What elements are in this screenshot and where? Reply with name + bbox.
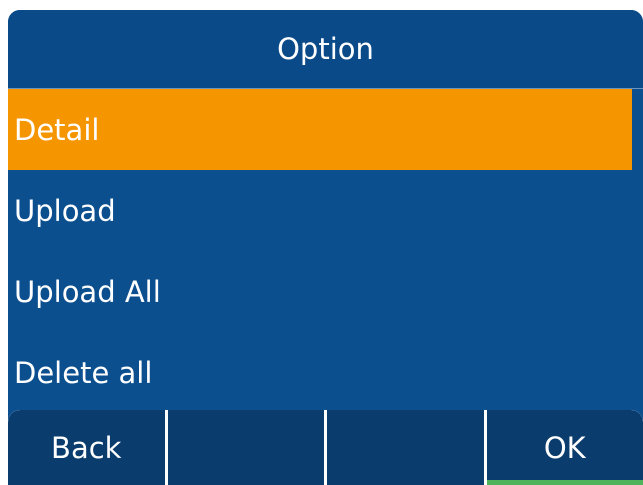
menu-item-detail[interactable]: Detail bbox=[8, 89, 632, 170]
menu-item-label: Upload bbox=[14, 193, 116, 228]
menu-item-delete-all[interactable]: Delete all bbox=[8, 332, 632, 413]
header: Option bbox=[8, 10, 643, 89]
page-title: Option bbox=[277, 32, 374, 66]
ok-button[interactable]: OK bbox=[483, 410, 643, 485]
menu-item-upload-all[interactable]: Upload All bbox=[8, 251, 632, 332]
softkey-label: Back bbox=[51, 430, 122, 465]
softkey-label: OK bbox=[543, 430, 586, 465]
softkey-3-button[interactable] bbox=[324, 410, 484, 485]
menu-item-label: Delete all bbox=[14, 355, 153, 390]
ok-active-indicator bbox=[486, 480, 643, 485]
softkey-2-button[interactable] bbox=[164, 410, 324, 485]
option-menu: Detail Upload Upload All Delete all bbox=[8, 89, 643, 413]
menu-item-label: Detail bbox=[14, 112, 100, 147]
softkey-bar: Back OK bbox=[8, 410, 643, 485]
back-button[interactable]: Back bbox=[8, 410, 165, 485]
menu-item-label: Upload All bbox=[14, 274, 161, 309]
menu-item-upload[interactable]: Upload bbox=[8, 170, 632, 251]
